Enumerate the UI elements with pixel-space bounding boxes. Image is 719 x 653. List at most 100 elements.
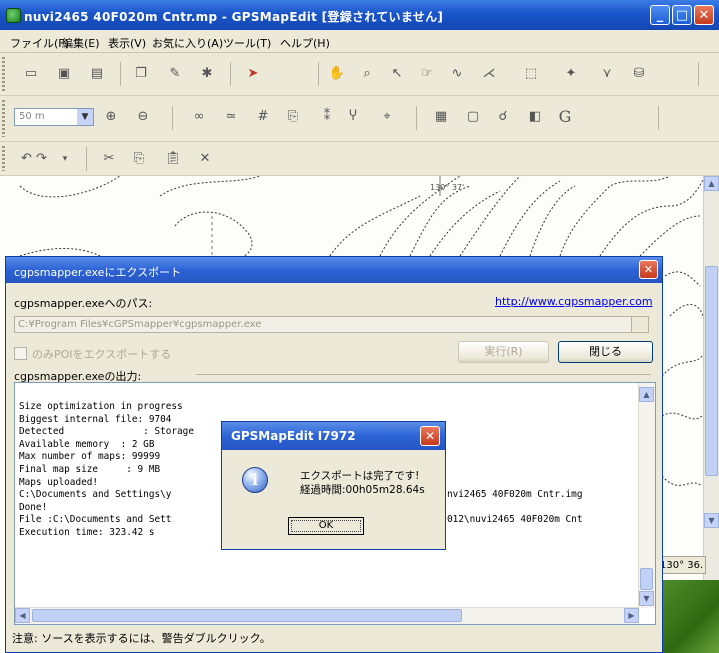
show-attachment-icon[interactable]: ⎘: [284, 108, 302, 126]
polyline-tool-icon[interactable]: ∿: [448, 65, 466, 83]
toolbar-separator: [698, 62, 699, 86]
main-title-bar[interactable]: nuvi2465 40F020m Cntr.mp - GPSMapEdit [登…: [0, 0, 719, 30]
maximize-button[interactable]: □: [672, 5, 692, 25]
waypoint-icon[interactable]: ◧: [526, 108, 544, 126]
browse-button[interactable]: [631, 316, 649, 333]
message-box-close-button[interactable]: ✕: [420, 426, 440, 446]
output-divider: [196, 374, 651, 375]
close-button[interactable]: 閉じる: [558, 341, 653, 363]
map-scroll-thumb[interactable]: [705, 266, 718, 476]
message-box-title-bar[interactable]: GPSMapEdit I7972 ✕: [222, 422, 445, 450]
toolbar-separator: [120, 62, 121, 86]
redo-dropdown-icon[interactable]: ▾: [56, 150, 74, 168]
toolbar-separator: [416, 106, 417, 130]
toolbar-grip[interactable]: [2, 57, 5, 91]
cgpsmapper-link[interactable]: http://www.cgpsmapper.com: [495, 295, 653, 308]
poi-only-label: のみPOIをエクスポートする: [32, 348, 172, 361]
rectangle-tool-icon[interactable]: ⬚: [522, 65, 540, 83]
scroll-left-icon[interactable]: ◀: [15, 608, 30, 623]
toolbar-separator: [318, 62, 319, 86]
show-poi-icon[interactable]: ⌖: [378, 108, 396, 126]
scroll-down-icon[interactable]: ▼: [704, 513, 719, 528]
zoom-out-icon[interactable]: ⊖: [134, 108, 152, 126]
ok-button[interactable]: OK: [288, 517, 364, 535]
copy-icon[interactable]: ⎘: [130, 150, 148, 168]
coordinate-readout: 130° 36.: [656, 556, 706, 574]
desktop-background: [663, 580, 719, 653]
path-input[interactable]: C:¥Program Files¥cGPSmapper¥cgpsmapper.e…: [14, 316, 639, 333]
polygon-tool-icon[interactable]: ⋌: [480, 65, 498, 83]
raster-icon[interactable]: ▦: [432, 108, 450, 126]
completion-message-box: GPSMapEdit I7972 ✕ i エクスポートは完了です! 経過時間:0…: [221, 421, 446, 550]
delete-icon[interactable]: ✕: [196, 150, 214, 168]
scale-value: 50 m: [19, 111, 45, 122]
connect-tool-icon[interactable]: ⋎: [598, 65, 616, 83]
properties-icon[interactable]: ✎: [166, 65, 184, 83]
run-button[interactable]: 実行(R): [458, 341, 549, 363]
window-title: nuvi2465 40F020m Cntr.mp - GPSMapEdit [登…: [24, 10, 444, 24]
zoom-in-icon[interactable]: ⊕: [102, 108, 120, 126]
show-routing-icon[interactable]: Ⴤ: [344, 108, 362, 126]
export-dialog-close-button[interactable]: ✕: [639, 260, 658, 279]
message-line-1: エクスポートは完了です!: [300, 470, 420, 482]
menu-bar: ファイル(F) 編集(E) 表示(V) お気に入り(A) ツール(T) ヘルプ(…: [0, 30, 719, 53]
output-text-tail: nvi2465 40F020m Cntr.img 012\nuvi2465 40…: [447, 489, 583, 526]
toolbar-grip[interactable]: [2, 146, 5, 171]
toolbar-separator: [172, 106, 173, 130]
copy-map-icon[interactable]: ❐: [132, 65, 150, 83]
google-button[interactable]: G: [556, 108, 574, 126]
transform-icon[interactable]: ✱: [198, 65, 216, 83]
attachment-icon[interactable]: ▢: [464, 108, 482, 126]
app-globe-icon: [6, 8, 21, 23]
output-horizontal-scrollbar[interactable]: ◀ ▶: [15, 607, 639, 624]
output-text: Size optimization in progress Biggest in…: [19, 401, 194, 538]
point-tool-icon[interactable]: ✦: [562, 65, 580, 83]
export-dialog-title: cgpsmapper.exeにエクスポート: [14, 266, 182, 279]
toolbar-separator: [658, 106, 659, 130]
scroll-right-icon[interactable]: ▶: [624, 608, 639, 623]
menu-favorites[interactable]: お気に入り(A): [152, 35, 223, 51]
output-scroll-thumb[interactable]: [640, 568, 653, 590]
message-line-2: 経過時間:00h05m28.64s: [300, 484, 425, 496]
export-dialog-title-bar[interactable]: cgpsmapper.exeにエクスポート ✕: [6, 257, 662, 283]
poi-only-checkbox[interactable]: [14, 347, 27, 360]
toolbar-grip[interactable]: [2, 100, 5, 137]
show-roads-icon[interactable]: ≃: [222, 108, 240, 126]
show-grid-icon[interactable]: #: [254, 108, 272, 126]
new-icon[interactable]: ▭: [22, 65, 40, 83]
route-tool-icon[interactable]: ⛁: [630, 65, 648, 83]
toolbar-separator: [86, 147, 87, 171]
menu-tools[interactable]: ツール(T): [223, 35, 271, 51]
track-icon[interactable]: ☌: [494, 108, 512, 126]
toolbar-row-1: ▭ ▣ ▤ ❐ ✎ ✱ ➤ ✋ ⌕ ↖ ☞ ∿ ⋌ ⬚ ✦ ⋎ ⛁: [0, 53, 719, 96]
scroll-up-icon[interactable]: ▲: [704, 176, 719, 191]
chevron-down-icon[interactable]: ▼: [77, 109, 93, 125]
toolbar-separator: [230, 62, 231, 86]
output-hscroll-thumb[interactable]: [32, 609, 462, 622]
toolbar-row-2: 50 m ▼ ⊕ ⊖ ∞ ≃ # ⎘ ⁑ Ⴤ ⌖ ▦ ▢ ☌ ◧ G: [0, 96, 719, 142]
menu-view[interactable]: 表示(V): [108, 35, 146, 51]
menu-help[interactable]: ヘルプ(H): [280, 35, 330, 51]
window-close-button[interactable]: ✕: [694, 5, 714, 25]
zoom-tool-icon[interactable]: ⌕: [358, 65, 376, 83]
show-nodes-icon[interactable]: ⁑: [318, 108, 336, 126]
paste-icon[interactable]: 📋︎: [164, 150, 182, 168]
edit-node-icon[interactable]: ☞: [418, 65, 436, 83]
scale-select[interactable]: 50 m ▼: [14, 108, 94, 126]
select-tool-icon[interactable]: ↖: [388, 65, 406, 83]
save-icon[interactable]: ▣: [55, 65, 73, 83]
menu-file[interactable]: ファイル(F): [10, 35, 69, 51]
arrow-tool-icon[interactable]: ➤: [244, 65, 262, 83]
scroll-down-icon[interactable]: ▼: [639, 591, 654, 606]
menu-edit[interactable]: 編集(E): [62, 35, 100, 51]
status-hint: 注意: ソースを表示するには、警告ダブルクリック。: [12, 632, 271, 645]
output-vertical-scrollbar[interactable]: ▲ ▼: [638, 383, 655, 608]
show-labels-icon[interactable]: ∞: [190, 108, 208, 126]
cut-icon[interactable]: ✂: [100, 150, 118, 168]
scroll-up-icon[interactable]: ▲: [639, 387, 654, 402]
info-icon: i: [242, 467, 268, 493]
undo-icon[interactable]: ↶ ↷: [14, 150, 54, 168]
hand-tool-icon[interactable]: ✋: [328, 65, 346, 83]
minimize-button[interactable]: _: [650, 5, 670, 25]
open-icon[interactable]: ▤: [88, 65, 106, 83]
